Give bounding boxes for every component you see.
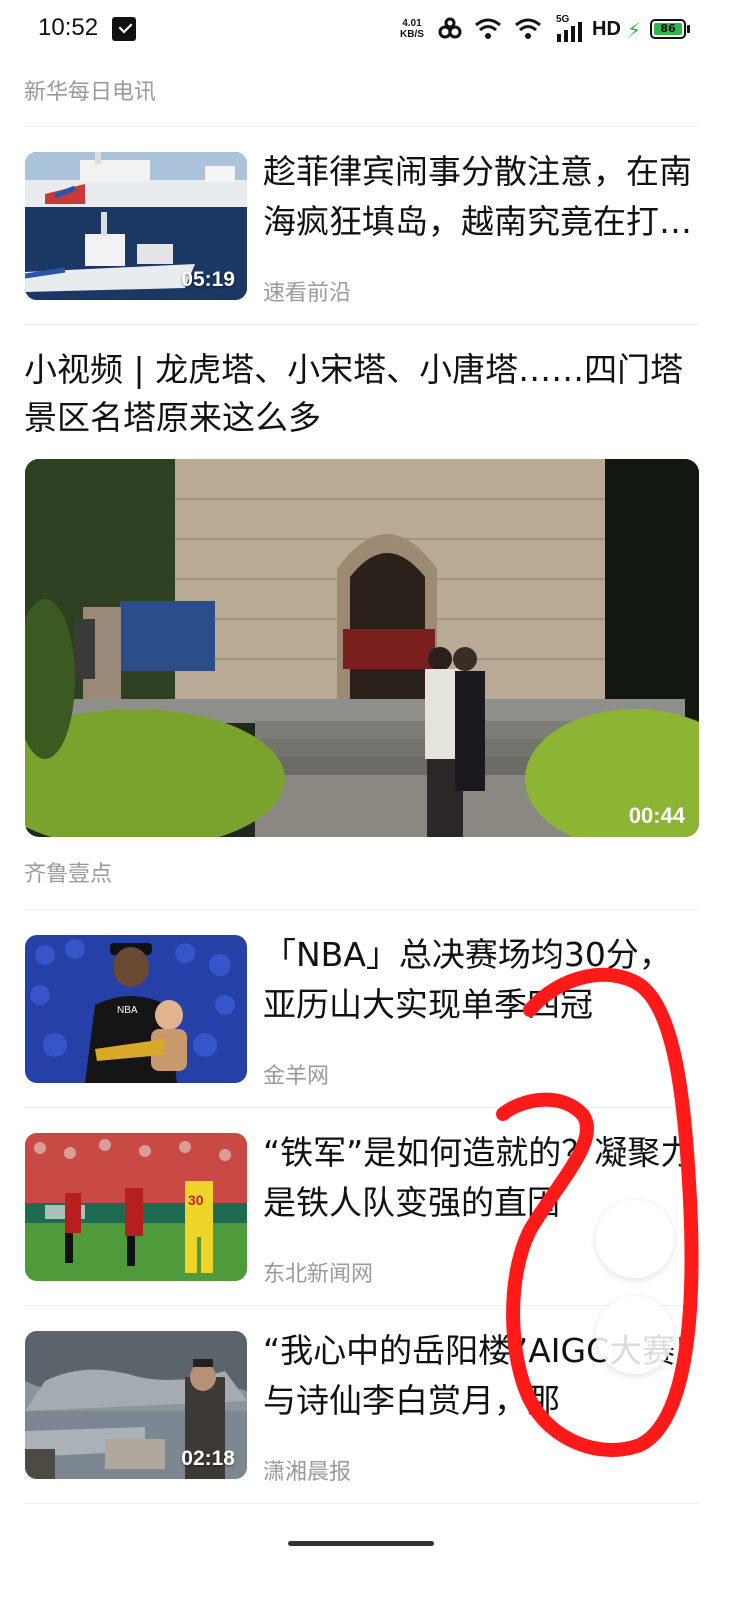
wifi-icon (475, 18, 501, 39)
article-card[interactable]: 05:19 趁菲律宾闹事分散注意，在南海疯狂填岛，越南究竟在打什么算盘 速看前沿 (0, 127, 738, 323)
network-speed-value: 4.01 (402, 18, 422, 29)
floating-action-button[interactable] (596, 1200, 674, 1278)
football-match-image: 30 (25, 1133, 247, 1281)
article-thumbnail[interactable]: 02:18 (25, 1331, 247, 1479)
video-duration: 00:44 (628, 803, 685, 828)
stone-pagoda-image (25, 459, 699, 837)
article-source: 东北新闻网 (263, 1262, 374, 1287)
video-duration: 05:19 (181, 268, 235, 291)
article-source: 速看前沿 (263, 281, 352, 306)
svg-text:30: 30 (188, 1192, 204, 1208)
video-thumbnail[interactable]: 00:44 (25, 459, 699, 837)
notification-icon (112, 17, 136, 41)
wifi-secondary-icon (515, 18, 541, 39)
link-icon (438, 17, 462, 39)
video-duration: 02:18 (181, 1447, 235, 1470)
article-source: 金羊网 (263, 1064, 330, 1089)
nba-player-image: NBA (25, 935, 247, 1083)
article-thumbnail[interactable]: 30 (25, 1133, 247, 1281)
svg-text:NBA: NBA (117, 1005, 138, 1016)
home-indicator[interactable] (288, 1541, 434, 1546)
charging-icon: ⚡ (627, 18, 642, 42)
article-title[interactable]: 小视频 | 龙虎塔、小宋塔、小唐塔……四门塔景区名塔原来这么多 (24, 346, 714, 442)
article-title[interactable]: 趁菲律宾闹事分散注意，在南海疯狂填岛，越南究竟在打什么算盘 (263, 147, 703, 247)
article-source: 潇湘晨报 (263, 1460, 352, 1485)
hd-label: HD (592, 18, 621, 40)
network-speed: 4.01 KB/S (400, 18, 424, 40)
article-thumbnail[interactable]: 05:19 (25, 152, 247, 300)
article-thumbnail[interactable]: NBA (25, 935, 247, 1083)
article-title[interactable]: 「NBA」总决赛场均30分，亚历山大实现单季四冠 (263, 930, 703, 1030)
divider (24, 324, 699, 325)
network-speed-unit: KB/S (400, 29, 424, 40)
divider (24, 1503, 699, 1504)
status-bar: 10:52 4.01 KB/S 5G HD ⚡ 86 (0, 0, 738, 62)
battery-level: 86 (660, 22, 676, 35)
signal-icon (557, 22, 582, 42)
article-source: 齐鲁壹点 (24, 862, 113, 887)
status-time: 10:52 (38, 14, 99, 41)
article-card[interactable]: NBA 「NBA」总决赛场均30分，亚历山大实现单季四冠 金羊网 (0, 910, 738, 1106)
battery-icon: 86 (650, 19, 690, 39)
floating-action-button[interactable] (596, 1296, 674, 1374)
previous-article-source: 新华每日电讯 (24, 80, 157, 105)
